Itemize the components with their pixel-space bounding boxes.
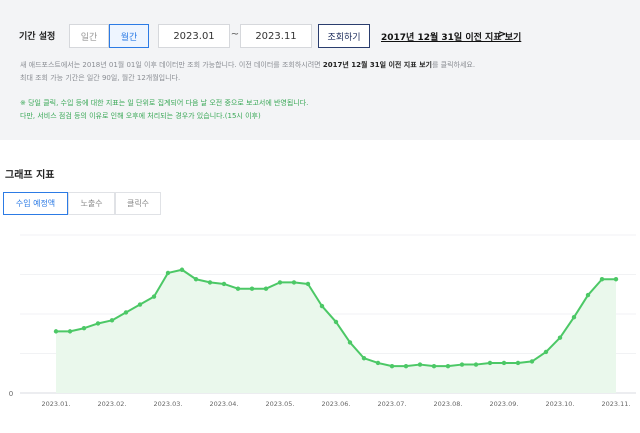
- x-tick-label: 2023.10.: [546, 400, 575, 408]
- data-point: [67, 329, 73, 334]
- data-point: [137, 302, 143, 307]
- data-point: [543, 349, 549, 355]
- notice-line-1: 새 애드포스트에서는 2018년 01월 01일 이후 데이터만 조회 가능합니…: [20, 60, 475, 70]
- range-separator: ~: [230, 29, 240, 40]
- data-point: [95, 321, 101, 326]
- data-point: [221, 281, 227, 287]
- data-point: [515, 360, 521, 366]
- data-point: [529, 359, 535, 364]
- data-point: [585, 292, 591, 298]
- data-point: [319, 303, 325, 309]
- data-point: [249, 286, 255, 291]
- monthly-toggle-button[interactable]: 월간: [109, 24, 149, 48]
- x-tick-label: 2023.02.: [98, 400, 127, 408]
- x-tick-label: 2023.06.: [322, 400, 351, 408]
- notice-text-a: 새 애드포스트에서는 2018년 01월 01일 이후 데이터만 조회 가능합니…: [20, 61, 323, 69]
- daily-toggle-button[interactable]: 일간: [69, 24, 109, 48]
- data-point: [445, 363, 451, 369]
- x-tick-label: 2023.08.: [434, 400, 463, 408]
- x-tick-label: 2023.05.: [266, 400, 295, 408]
- data-point: [81, 326, 87, 331]
- notice-emphasis: 2017년 12월 31일 이전 지표 보기: [322, 61, 432, 69]
- chevron-right-icon[interactable]: >: [498, 29, 506, 40]
- data-point: [109, 318, 115, 323]
- data-point: [179, 267, 185, 272]
- data-point: [389, 363, 395, 369]
- data-point: [403, 363, 409, 369]
- data-point: [571, 314, 577, 320]
- data-point: [361, 356, 367, 361]
- tab-expected-revenue[interactable]: 수입 예정액: [3, 192, 68, 215]
- notice-line-2: 최대 조회 가능 기간은 일간 90일, 월간 12개월입니다.: [20, 74, 181, 82]
- data-point: [487, 360, 493, 366]
- data-point: [417, 362, 423, 367]
- x-tick-label: 2023.11.: [602, 400, 631, 408]
- tab-clicks[interactable]: 클릭수: [115, 192, 161, 215]
- data-point: [431, 363, 437, 369]
- data-point: [151, 294, 157, 299]
- data-point: [347, 340, 353, 345]
- x-tick-label: 2023.09.: [490, 400, 519, 408]
- data-point: [599, 277, 605, 282]
- filter-panel: 기간 설정 일간 월간 2023.01 ~ 2023.11 조회하기 2017년…: [0, 0, 640, 140]
- data-point: [53, 329, 59, 334]
- data-point: [501, 360, 507, 366]
- data-point: [235, 286, 241, 291]
- series-area: [56, 269, 616, 393]
- data-point: [291, 280, 297, 285]
- x-tick-label: 2023.07.: [378, 400, 407, 408]
- data-point: [305, 281, 311, 287]
- green-notice-line-2: 다만, 서비스 점검 등의 이유로 인해 오후에 처리되는 경우가 있습니다.(…: [20, 112, 261, 120]
- data-point: [263, 286, 269, 291]
- search-button[interactable]: 조회하기: [318, 24, 370, 48]
- data-point: [557, 335, 563, 340]
- end-date-input[interactable]: 2023.11: [240, 24, 312, 48]
- x-tick-label: 2023.04.: [210, 400, 239, 408]
- data-point: [375, 360, 381, 366]
- data-point: [459, 362, 465, 367]
- data-point: [193, 277, 199, 282]
- green-notice-line-1: ※ 당일 클릭, 수입 등에 대한 지표는 일 단위로 집계되어 다음 날 오전…: [20, 99, 309, 107]
- graph-section-title: 그래프 지표: [5, 170, 55, 181]
- x-tick-label: 2023.01.: [42, 400, 71, 408]
- revenue-chart: 0 2023.01. 2023.02. 2023.03. 2023.04. 2023.05…: [9, 234, 636, 408]
- data-point: [165, 270, 171, 276]
- data-point: [613, 277, 619, 282]
- tab-impressions[interactable]: 노출수: [68, 192, 115, 215]
- x-tick-label: 2023.03.: [154, 400, 183, 408]
- y-tick-label: 0: [9, 390, 13, 398]
- start-date-input[interactable]: 2023.01: [158, 24, 230, 48]
- data-point: [473, 362, 479, 367]
- data-point: [333, 319, 339, 325]
- data-point: [123, 310, 129, 315]
- period-setting-label: 기간 설정: [19, 32, 56, 42]
- data-point: [207, 280, 213, 285]
- notice-text-c: 를 클릭하세요.: [431, 61, 476, 69]
- data-point: [277, 280, 283, 285]
